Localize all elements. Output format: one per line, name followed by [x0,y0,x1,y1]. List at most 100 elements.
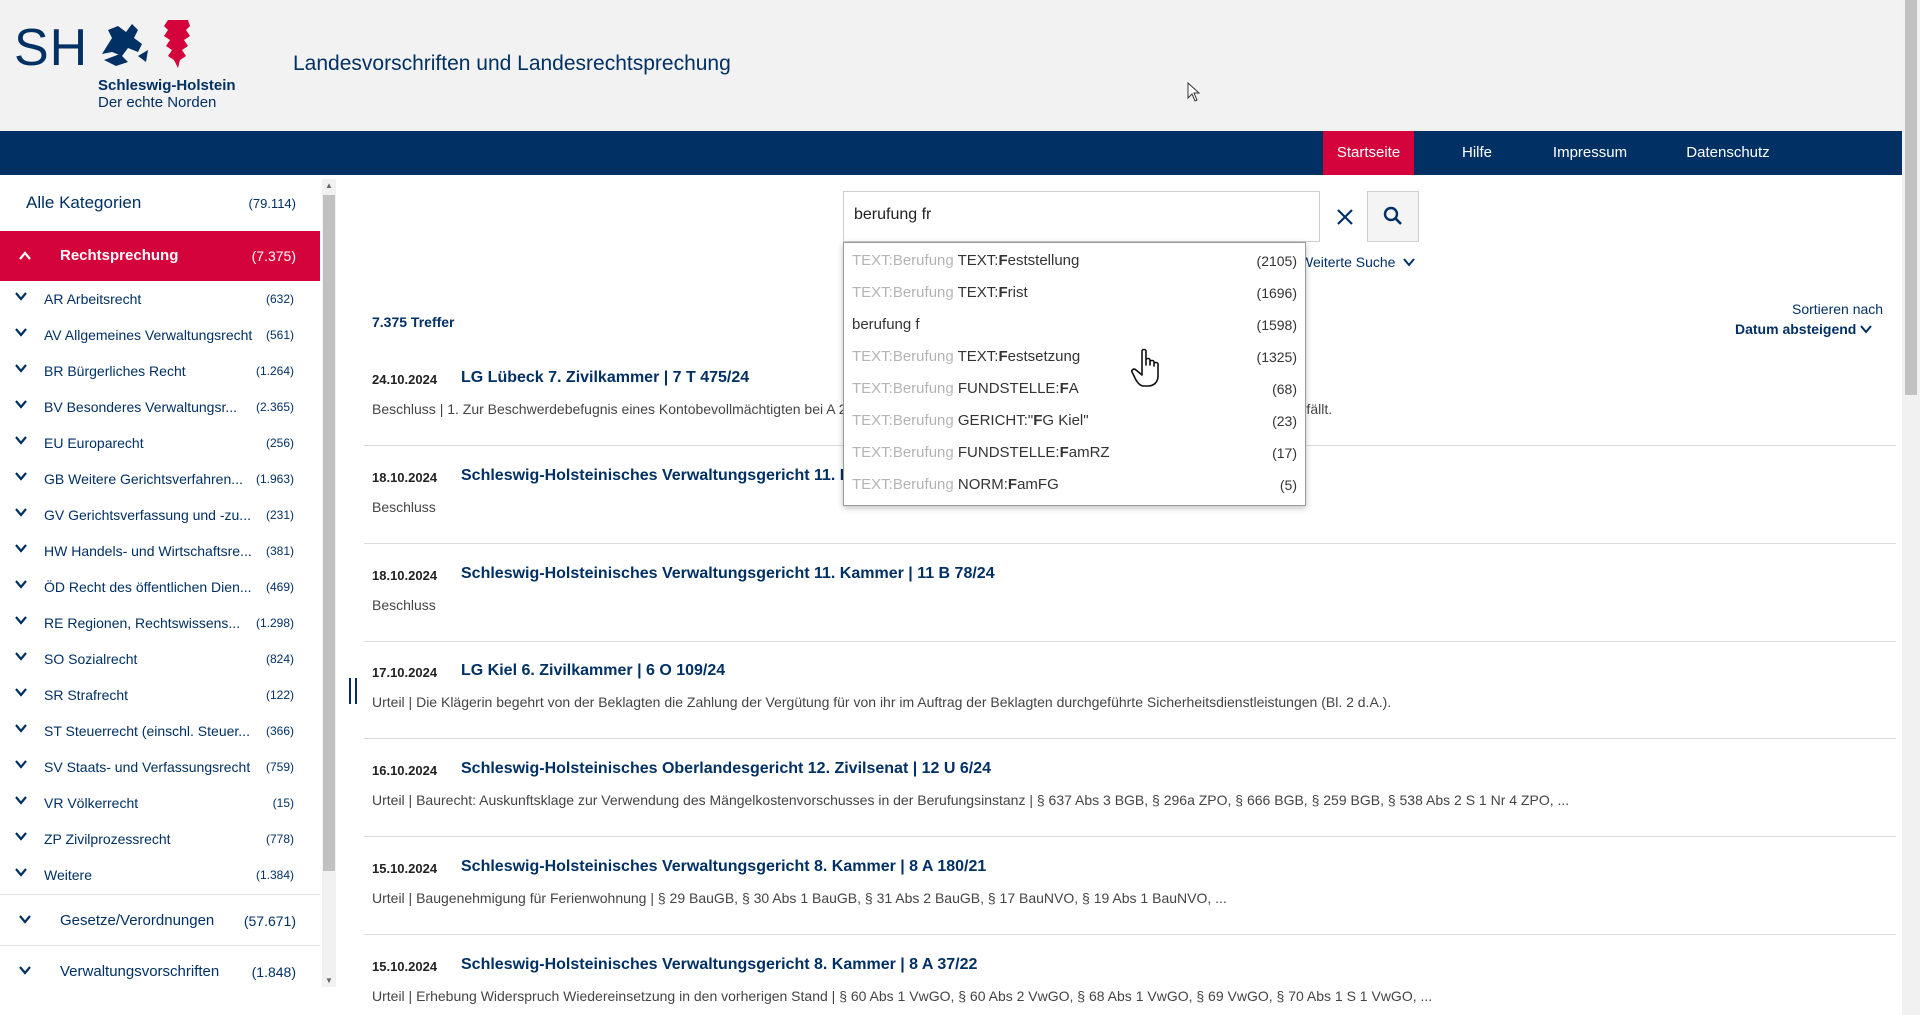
subcategory-count: (778) [265,832,294,846]
subcategory-item[interactable]: SO Sozialrecht (824) [0,641,320,677]
subcategory-count: (1.963) [255,472,294,486]
suggestion-count: (1696) [1256,285,1297,301]
nav-impressum[interactable]: Impressum [1538,131,1642,175]
page-scrollbar-thumb[interactable] [1905,0,1917,395]
sort-dropdown[interactable]: Datum absteigend [1735,321,1873,337]
category-verwaltungsvorschriften[interactable]: Verwaltungsvorschriften (1.848) [0,945,320,995]
chevron-down-icon [15,364,27,373]
suggestion-field: TEXT: [957,284,999,301]
result-title-link[interactable]: Schleswig-Holsteinisches Verwaltungsgeri… [461,956,977,974]
subcategory-item[interactable]: ZP Zivilprozessrecht (778) [0,821,320,857]
sidebar-scrollbar[interactable]: ▲ ▼ [322,179,336,987]
subcategory-count: (759) [265,760,294,774]
subcategory-item[interactable]: ST Steuerrecht (einschl. Steuer... (366) [0,713,320,749]
subcategory-count: (824) [265,652,294,666]
result-title-link[interactable]: LG Lübeck 7. Zivilkammer | 7 T 475/24 [461,369,749,387]
suggestion-item[interactable]: TEXT:Berufung GERICHT:"FG Kiel" (23) [844,403,1305,435]
category-all-count: (79.114) [248,196,296,211]
suggestion-text: berufung f [852,316,920,333]
subcategory-item[interactable]: SV Staats- und Verfassungsrecht (759) [0,749,320,785]
subcategory-count: (122) [265,688,294,702]
subcategory-count: (2.365) [255,400,294,414]
category-gesetze[interactable]: Gesetze/Verordnungen (57.671) [0,894,320,944]
suggestion-item[interactable]: berufung f (1598) [844,307,1305,339]
suggestion-field: GERICHT:" [957,412,1034,429]
result-date: 16.10.2024 [372,763,438,778]
scroll-up-arrow-icon[interactable]: ▲ [325,181,333,190]
logo-sh-text: SH [14,19,89,77]
result-item: 15.10.2024 Schleswig-Holsteinisches Verwa… [364,839,1896,935]
panel-resize-handle[interactable] [349,678,357,704]
search-box [843,191,1320,242]
result-title-link[interactable]: Schleswig-Holsteinisches Verwaltungsgeri… [461,467,851,485]
sh-logo[interactable]: SH Schleswig-Holstein Der echte Norden [14,16,244,111]
suggestion-item[interactable]: TEXT:Berufung NORM:FamFG (5) [844,467,1305,499]
suggestion-field: FUNDSTELLE: [957,444,1060,461]
nav-hilfe[interactable]: Hilfe [1430,131,1524,175]
subcategory-count: (1.384) [255,868,294,882]
subcategory-item[interactable]: Weitere (1.384) [0,857,320,893]
page-scrollbar[interactable] [1902,0,1920,1015]
subcategory-label: AR Arbeitsrecht [44,291,142,307]
subcategory-count: (469) [265,580,294,594]
suggestion-field: TEXT: [957,348,999,365]
category-all[interactable]: Alle Kategorien (79.114) [0,175,320,231]
subcategory-item[interactable]: BV Besonderes Verwaltungsr... (2.365) [0,389,320,425]
scroll-down-arrow-icon[interactable]: ▼ [325,976,333,985]
result-description: Urteil | Erhebung Widerspruch Wiedereins… [372,988,1433,1004]
chevron-down-icon [15,760,27,769]
suggestion-prefix: TEXT:Berufung [852,444,958,461]
chevron-down-icon [15,292,27,301]
subcategory-item[interactable]: GB Weitere Gerichtsverfahren... (1.963) [0,461,320,497]
suggestion-item[interactable]: TEXT:Berufung FUNDSTELLE:FA (68) [844,371,1305,403]
subcategory-label: Weitere [44,867,92,883]
nav-datenschutz[interactable]: Datenschutz [1678,131,1778,175]
subcategory-count: (366) [265,724,294,738]
subcategory-item[interactable]: AR Arbeitsrecht (632) [0,281,320,317]
logo-line2: Der echte Norden [98,94,217,111]
chevron-down-icon [15,796,27,805]
clear-icon[interactable] [1334,206,1356,228]
subcategory-item[interactable]: EU Europarecht (256) [0,425,320,461]
result-title-link[interactable]: Schleswig-Holsteinisches Verwaltungsgeri… [461,565,995,583]
result-date: 18.10.2024 [372,568,438,583]
suggestion-match: F [998,252,1008,269]
subcategory-item[interactable]: AV Allgemeines Verwaltungsrecht (561) [0,317,320,353]
suggestion-text: TEXT:Berufung NORM:FamFG [852,476,1059,493]
main-navigation: Startseite Hilfe Impressum Datenschutz [0,131,1902,175]
suggestion-item[interactable]: TEXT:Berufung FUNDSTELLE:FamRZ (17) [844,435,1305,467]
subcategory-item[interactable]: GV Gerichtsverfassung und -zu... (231) [0,497,320,533]
subcategory-item[interactable]: SR Strafrecht (122) [0,677,320,713]
chevron-down-icon [15,616,27,625]
subcategory-item[interactable]: VR Völkerrecht (15) [0,785,320,821]
subcategory-item[interactable]: ÖD Recht des öffentlichen Dien... (469) [0,569,320,605]
search-button[interactable] [1367,191,1419,242]
result-title-link[interactable]: Schleswig-Holsteinisches Verwaltungsgeri… [461,858,986,876]
suggestion-item[interactable]: TEXT:Berufung TEXT:Festsetzung (1325) [844,339,1305,371]
result-title-link[interactable]: Schleswig-Holsteinisches Oberlandesgeric… [461,760,991,778]
hit-count: 7.375 Treffer [372,314,455,330]
subcategory-label: SO Sozialrecht [44,651,138,667]
subcategory-label: ÖD Recht des öffentlichen Dien... [44,579,252,595]
chevron-down-icon [15,652,27,661]
suggestion-item[interactable]: TEXT:Berufung TEXT:Frist (1696) [844,275,1305,307]
advanced-search-link[interactable]: Weiterte Suche [1300,254,1416,270]
subcategory-item[interactable]: RE Regionen, Rechtswissens... (1.298) [0,605,320,641]
sidebar-scrollbar-thumb[interactable] [323,195,335,871]
suggestion-item[interactable]: TEXT:Berufung TEXT:Feststellung (2105) [844,243,1305,275]
subcategory-label: BV Besonderes Verwaltungsr... [44,399,237,415]
subcategory-item[interactable]: HW Handels- und Wirtschaftsre... (381) [0,533,320,569]
chevron-down-icon [1860,325,1873,334]
suggestion-prefix: TEXT:Berufung [852,380,958,397]
nav-startseite[interactable]: Startseite [1323,131,1414,175]
suggestion-text: TEXT:Berufung FUNDSTELLE:FamRZ [852,444,1110,461]
result-title-link[interactable]: LG Kiel 6. Zivilkammer | 6 O 109/24 [461,662,725,680]
chevron-down-icon [15,544,27,553]
subcategory-count: (561) [265,328,294,342]
result-item: 16.10.2024 Schleswig-Holsteinisches Oberl… [364,741,1896,837]
category-rechtsprechung[interactable]: Rechtsprechung (7.375) [0,231,320,281]
subcategory-item[interactable]: BR Bürgerliches Recht (1.264) [0,353,320,389]
subcategory-label: HW Handels- und Wirtschaftsre... [44,543,252,559]
search-input[interactable] [854,206,1234,224]
subcategory-label: ZP Zivilprozessrecht [44,831,171,847]
